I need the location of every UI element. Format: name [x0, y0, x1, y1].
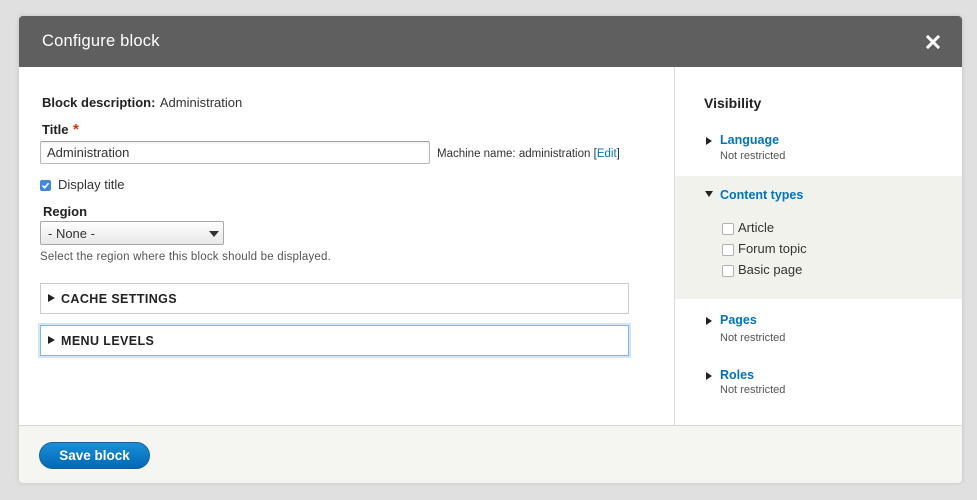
- display-title-label: Display title: [58, 177, 125, 192]
- required-marker: *: [72, 121, 79, 138]
- machine-name-edit-link[interactable]: Edit: [597, 148, 617, 160]
- title-label: Title: [42, 122, 69, 137]
- region-description: Select the region where this block shoul…: [40, 251, 332, 263]
- region-selected-value: - None -: [48, 226, 95, 241]
- content-type-article-label: Article: [738, 220, 775, 235]
- triangle-right-icon: [706, 137, 712, 145]
- title-field-label: Title *: [42, 121, 79, 139]
- region-select[interactable]: - None -: [40, 221, 224, 245]
- machine-name-bracket-close: ]: [616, 148, 620, 160]
- visibility-tab-content-types[interactable]: Content types: [720, 188, 803, 202]
- menu-levels-details[interactable]: MENU LEVELS: [40, 325, 629, 356]
- cache-settings-details[interactable]: CACHE SETTINGS: [40, 283, 629, 314]
- triangle-down-icon: [705, 191, 713, 197]
- title-input[interactable]: Administration: [40, 141, 430, 164]
- visibility-tab-pages[interactable]: Pages: [720, 313, 757, 327]
- block-form: Block description: Administration Title …: [19, 67, 674, 425]
- dialog-footer: Save block: [19, 425, 962, 483]
- triangle-right-icon: [706, 317, 712, 325]
- visibility-tab-roles[interactable]: Roles: [720, 368, 754, 382]
- save-block-button[interactable]: Save block: [39, 442, 150, 469]
- menu-levels-summary: MENU LEVELS: [61, 334, 155, 348]
- region-label: Region: [43, 204, 88, 219]
- chevron-down-icon: [209, 231, 219, 237]
- dialog-title: Configure block: [42, 32, 160, 50]
- display-title-checkbox[interactable]: [40, 180, 51, 191]
- roles-status: Not restricted: [720, 384, 786, 396]
- cache-settings-summary: CACHE SETTINGS: [61, 292, 178, 306]
- title-input-value: Administration: [47, 145, 130, 160]
- visibility-sidebar: Visibility Language Not restricted Conte…: [674, 67, 962, 425]
- triangle-right-icon: [48, 294, 55, 302]
- close-icon[interactable]: [919, 28, 947, 56]
- machine-name: Machine name: administration [Edit]: [437, 148, 620, 160]
- block-description-label: Block description:: [42, 95, 156, 110]
- content-type-forum-topic-checkbox[interactable]: [722, 244, 734, 256]
- block-description-value: Administration: [159, 95, 243, 110]
- content-type-forum-topic-label: Forum topic: [738, 241, 807, 256]
- triangle-right-icon: [48, 336, 55, 344]
- machine-name-label: Machine name: administration: [437, 148, 591, 160]
- content-type-basic-page-label: Basic page: [738, 262, 803, 277]
- content-types-panel: Content types Article Forum topic Basic …: [675, 176, 962, 299]
- language-status: Not restricted: [720, 150, 786, 162]
- content-type-basic-page-checkbox[interactable]: [722, 265, 734, 277]
- content-type-article-checkbox[interactable]: [722, 223, 734, 235]
- visibility-title: Visibility: [704, 95, 762, 111]
- triangle-right-icon: [706, 372, 712, 380]
- pages-status: Not restricted: [720, 332, 786, 344]
- dialog-titlebar: Configure block: [19, 16, 962, 67]
- visibility-tab-language[interactable]: Language: [720, 133, 779, 147]
- configure-block-dialog: Configure block Block description: Admin…: [19, 16, 962, 483]
- block-description: Block description: Administration: [42, 94, 242, 112]
